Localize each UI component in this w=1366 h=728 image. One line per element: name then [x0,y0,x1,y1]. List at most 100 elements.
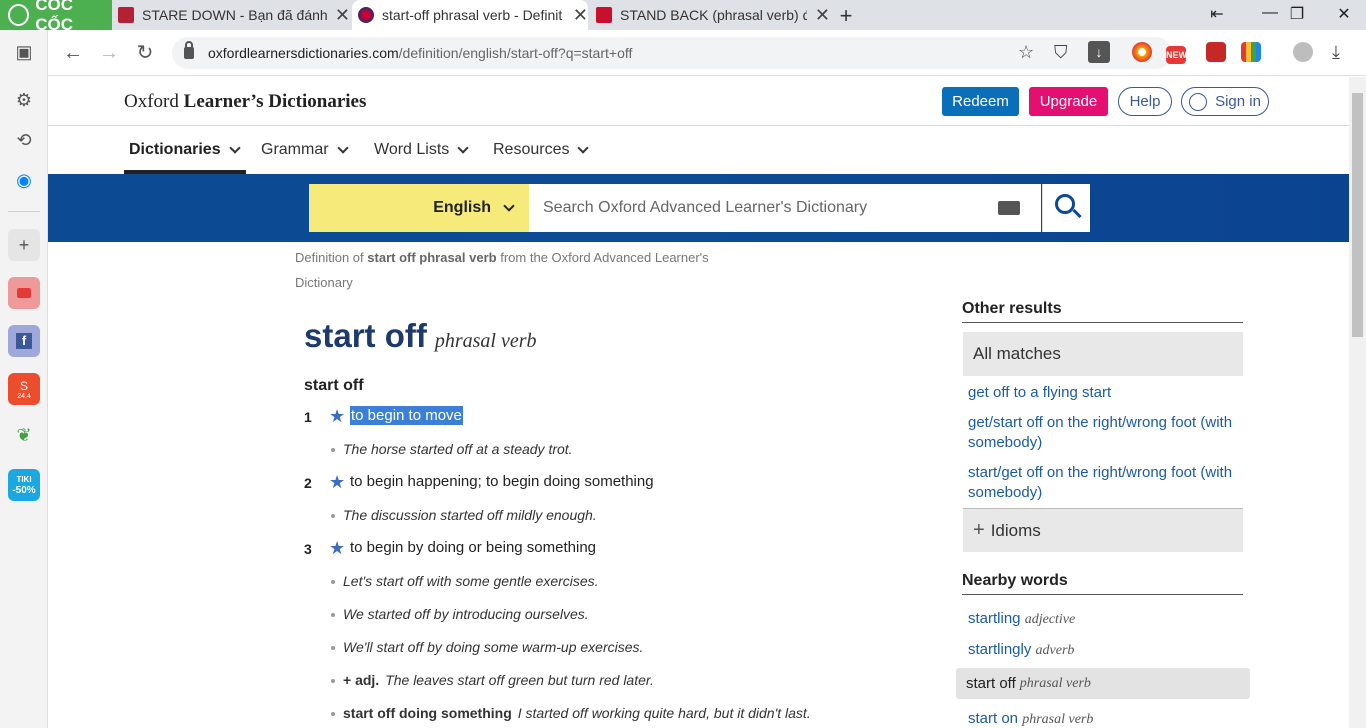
nav-grammar[interactable]: Grammar [261,141,349,159]
redeem-button[interactable]: Redeem [942,87,1019,116]
messenger-icon[interactable]: ◉ [8,164,40,196]
sidebar-divider [8,211,40,212]
example-text: We'll start off by doing some warm-up ex… [343,639,644,655]
shopee-icon[interactable]: S 24.4 [8,373,40,405]
user-icon [1189,92,1208,111]
plus-icon: + [973,519,985,541]
example-sentence: start off doing something I started off w… [331,705,811,721]
reload-button[interactable]: ↻ [132,40,158,66]
coccoc-menu-button[interactable]: CỐC CỐC [0,0,112,34]
example-text: The leaves start off green but turn red … [385,672,654,688]
nearby-words-title: Nearby words [962,572,1243,595]
part-of-speech: phrasal verb [434,330,537,352]
brand-light: Oxford [124,91,179,112]
close-window-button[interactable]: ✕ [1324,4,1364,24]
sense-number: 2 [304,475,312,491]
sidebar-toggle-icon[interactable]: ▣ [8,36,40,68]
language-select[interactable]: English [309,184,529,232]
tab-title: STARE DOWN - Bạn đã đánh [142,7,327,23]
download-page-icon[interactable]: ↓ [1088,41,1110,63]
nav-dictionaries[interactable]: Dictionaries [129,141,241,159]
keyboard-icon[interactable] [998,201,1020,215]
close-tab-icon[interactable]: ✕ [573,5,588,26]
maximize-button[interactable]: ❐ [1277,4,1317,24]
nearby-word-link[interactable]: start on phrasal verb [968,709,1238,728]
extension-grid-icon[interactable] [1241,42,1261,62]
nav-word-lists[interactable]: Word Lists [374,141,469,159]
star-icon: ★ [329,538,346,558]
close-tab-icon[interactable]: ✕ [335,5,350,26]
bullet-icon [331,613,335,618]
other-results-title: Other results [962,300,1243,323]
extension-new-icon[interactable]: NEW [1166,46,1187,64]
nearby-word: start on [968,710,1019,727]
facebook-icon[interactable]: f [8,325,40,357]
extension-red-icon[interactable] [1206,42,1226,62]
coccoc-leaf-icon[interactable]: ❦ [8,419,40,451]
new-tab-button[interactable]: + [836,3,856,29]
forward-button[interactable]: → [96,40,122,66]
language-label: English [433,199,491,216]
phrasal-verb-label: start off [304,377,364,394]
result-link[interactable]: start/get off on the right/wrong foot (w… [968,463,1238,503]
star-icon: ★ [329,406,346,426]
extension-chrome-icon[interactable] [1132,42,1152,62]
nearby-current-word[interactable]: start off phrasal verb [956,668,1250,699]
scrollbar-thumb[interactable] [1352,93,1363,337]
nav-label: Dictionaries [129,141,221,158]
youtube-icon[interactable] [8,277,40,309]
settings-gear-icon[interactable]: ⚙ [8,84,40,116]
example-text: We started off by introducing ourselves. [343,606,589,622]
tab-stand-back[interactable]: STAND BACK (phrasal verb) đ ✕ [590,0,830,30]
new-badge: NEW [1166,50,1187,60]
back-button[interactable]: ← [60,40,86,66]
search-input[interactable] [529,184,1041,232]
star-icon: ★ [329,472,346,492]
lock-icon [184,41,194,59]
browser-sidebar: ▣ ⚙ ⟲ ◉ + f S 24.4 ❦ TIKI -50% [0,30,48,728]
nearby-word-link[interactable]: startling adjective [968,609,1238,630]
shield-icon[interactable]: ⛉ [1054,42,1068,63]
help-button[interactable]: Help [1118,87,1172,116]
chevron-down-icon [228,141,241,154]
nav-resources[interactable]: Resources [493,141,590,159]
sign-in-button[interactable]: Sign in [1181,87,1269,116]
sense-definition: to begin happening; to begin doing somet… [350,473,654,490]
bookmark-star-icon[interactable]: ☆ [1018,42,1034,63]
nav-label: Resources [493,141,570,158]
tab-start-off[interactable]: start-off phrasal verb - Definit ✕ [352,0,588,30]
tiki-icon[interactable]: TIKI -50% [8,469,40,501]
nearby-pos: phrasal verb [1022,712,1094,727]
result-link[interactable]: get/start off on the right/wrong foot (w… [968,413,1238,453]
sense-definition: to begin to move [350,406,463,425]
search-band: English [48,174,1349,242]
nav-label: Grammar [261,141,329,158]
example-sentence: We'll start off by doing some warm-up ex… [331,639,643,655]
history-icon[interactable]: ⟲ [8,124,40,156]
tab-title: start-off phrasal verb - Definit [382,7,563,23]
header-divider [48,125,1349,126]
sense-definition: to begin by doing or being something [350,539,597,556]
tab-stare-down[interactable]: STARE DOWN - Bạn đã đánh ✕ [112,0,350,30]
close-tab-icon[interactable]: ✕ [815,5,830,26]
grammar-pattern: start off doing something [343,705,512,721]
example-text: I started off working quite hard, but it… [517,705,811,721]
search-button[interactable] [1042,184,1090,232]
bullet-icon [331,514,335,519]
tab-title: STAND BACK (phrasal verb) đ [620,7,807,23]
restore-tabs-icon[interactable]: ⇤ [1197,4,1237,24]
result-link[interactable]: get off to a flying start [968,383,1238,403]
add-shortcut-icon[interactable]: + [8,229,40,261]
bullet-icon [331,712,335,717]
definition-source: Definition of start off phrasal verb fro… [295,245,735,295]
profile-avatar-icon[interactable] [1293,42,1313,62]
nearby-word: start off [966,675,1016,692]
idioms-tab[interactable]: + Idioms [963,508,1243,552]
all-matches-tab[interactable]: All matches [963,332,1243,376]
upgrade-button[interactable]: Upgrade [1029,87,1108,116]
site-logo[interactable]: Oxford Learner’s Dictionaries [124,91,366,113]
grammar-pattern: + adj. [343,672,380,688]
page-scrollbar[interactable] [1349,77,1366,728]
downloads-icon[interactable]: ⤓ [1332,42,1340,63]
nearby-word-link[interactable]: startlingly adverb [968,640,1238,661]
